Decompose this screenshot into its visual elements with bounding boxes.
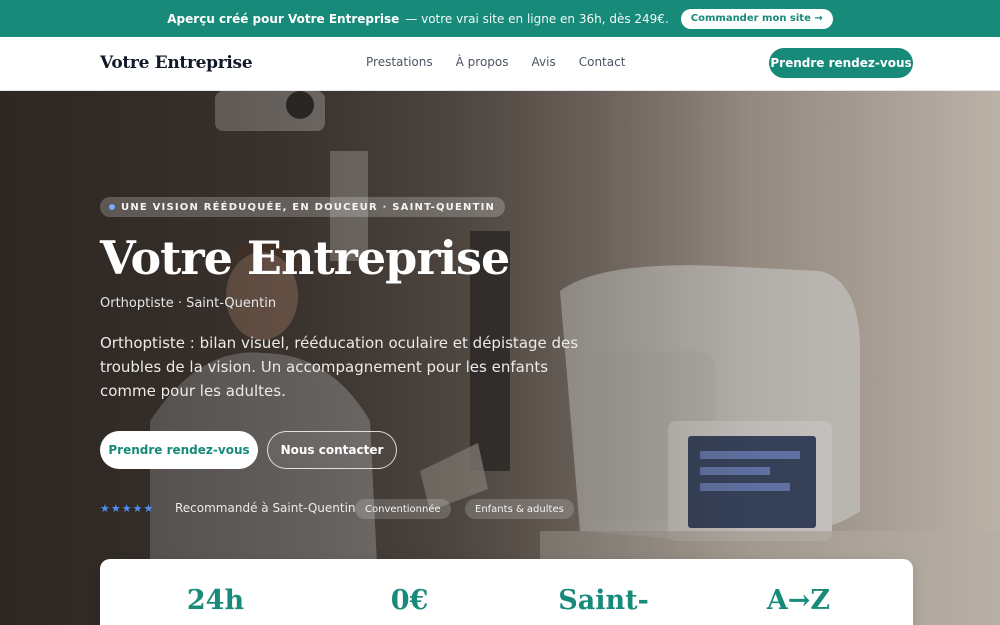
nav-link-prestations[interactable]: Prestations <box>366 55 433 69</box>
promo-text: — votre vrai site en ligne en 36h, dès 2… <box>405 11 669 26</box>
rating-stars-icon: ★★★★★ <box>100 502 155 515</box>
stat-a-to-z: A→Z <box>766 585 831 616</box>
stats-card: 24h 0€ Saint- A→Z <box>100 559 913 625</box>
hero-badge-text: UNE VISION RÉÉDUQUÉE, EN DOUCEUR · SAINT… <box>121 201 496 213</box>
nav-link-a-propos[interactable]: À propos <box>456 55 509 69</box>
hero-subtitle: Orthoptiste · Saint-Quentin <box>100 296 277 311</box>
chip-enfants-adultes: Enfants & adultes <box>465 499 574 519</box>
order-site-button[interactable]: Commander mon site → <box>680 8 833 29</box>
promo-lead: Aperçu créé pour Votre Entreprise <box>167 11 400 26</box>
badge-dot-icon <box>109 204 115 210</box>
promo-bar: Aperçu créé pour Votre Entreprise — votr… <box>0 0 1000 37</box>
nav-link-contact[interactable]: Contact <box>579 55 626 69</box>
stat-24h: 24h <box>186 585 245 616</box>
hero-description: Orthoptiste : bilan visuel, rééducation … <box>100 334 579 400</box>
chip-conventionnee: Conventionnée <box>355 499 451 519</box>
brand-logo[interactable]: Votre Entreprise <box>100 53 253 73</box>
top-navigation: Votre Entreprise Prestations À propos Av… <box>0 37 1000 91</box>
hero-contact-button[interactable]: Nous contacter <box>267 431 397 469</box>
hero-appointment-button[interactable]: Prendre rendez-vous <box>100 431 258 469</box>
nav-link-avis[interactable]: Avis <box>532 55 556 69</box>
recommendation-text: Recommandé à Saint-Quentin <box>175 501 356 515</box>
stat-saint: Saint- <box>558 585 649 616</box>
hero-title: Votre Entreprise <box>100 231 510 285</box>
nav-appointment-button[interactable]: Prendre rendez-vous <box>769 48 913 78</box>
stat-0-euro: 0€ <box>390 585 429 616</box>
hero-section: UNE VISION RÉÉDUQUÉE, EN DOUCEUR · SAINT… <box>0 91 1000 625</box>
main-menu: Prestations À propos Avis Contact <box>366 55 648 69</box>
hero-badge: UNE VISION RÉÉDUQUÉE, EN DOUCEUR · SAINT… <box>100 197 506 217</box>
